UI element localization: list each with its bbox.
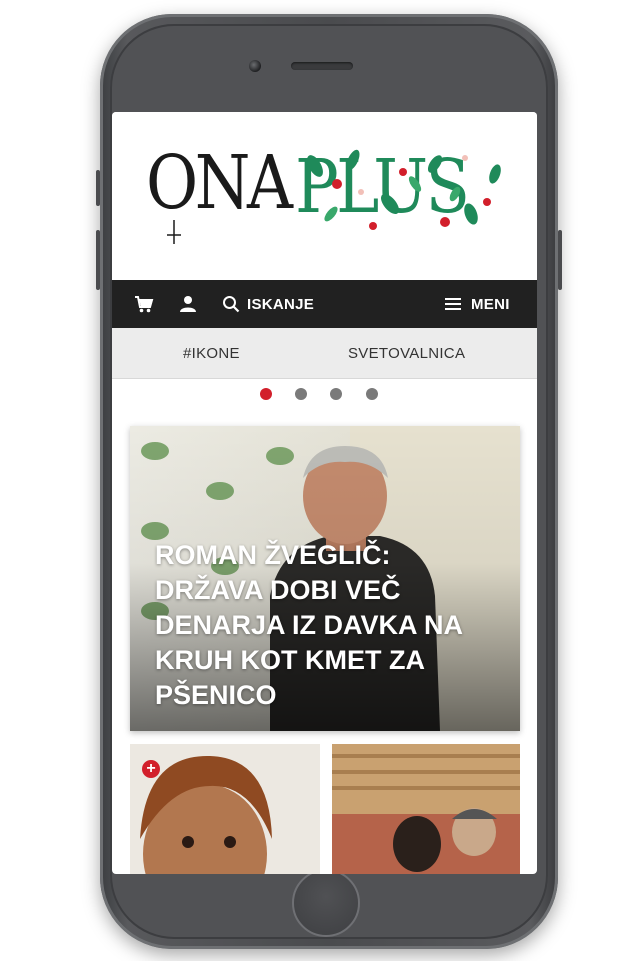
- front-camera: [249, 60, 261, 72]
- logo-text-ona[interactable]: ONA: [146, 146, 293, 220]
- article-thumbnail: [332, 744, 520, 874]
- search-button[interactable]: ISKANJE: [222, 280, 314, 328]
- carousel-dot[interactable]: [366, 388, 378, 400]
- carousel-dot[interactable]: [295, 388, 307, 400]
- category-ikone[interactable]: #IKONE: [183, 328, 240, 378]
- plus-badge: +: [142, 760, 160, 778]
- menu-label: MENI: [471, 295, 510, 313]
- phone-screen: ONA PLUS ISKANJE MENI #IKONE SVETOVALNIC…: [112, 112, 537, 874]
- category-bar: #IKONE SVETOVALNICA: [112, 328, 537, 379]
- venus-symbol-icon: [167, 220, 181, 244]
- article-card[interactable]: [332, 744, 520, 874]
- cart-icon: [135, 296, 154, 313]
- carousel-dot[interactable]: [260, 388, 272, 400]
- volume-button: [96, 170, 100, 206]
- floral-decoration-icon: [307, 149, 501, 230]
- category-svetovalnica[interactable]: SVETOVALNICA: [348, 328, 465, 378]
- carousel-indicators: [112, 384, 537, 404]
- search-label: ISKANJE: [247, 295, 315, 313]
- hamburger-menu-icon: [445, 298, 461, 310]
- carousel-dot[interactable]: [330, 388, 342, 400]
- search-icon: [223, 296, 240, 313]
- user-icon: [180, 296, 196, 312]
- home-button[interactable]: [292, 869, 360, 937]
- power-button: [558, 230, 562, 290]
- site-header: ONA PLUS: [112, 112, 537, 280]
- article-card[interactable]: +: [130, 744, 320, 874]
- account-button[interactable]: [179, 280, 197, 328]
- hero-title[interactable]: ROMAN ŽVEGLIČ: DRŽAVA DOBI VEČ DENARJA I…: [155, 538, 505, 713]
- earpiece-speaker: [291, 62, 353, 70]
- volume-button: [96, 230, 100, 290]
- logo-floral[interactable]: PLUS: [295, 144, 507, 240]
- cart-button[interactable]: [134, 280, 154, 328]
- main-navbar: ISKANJE MENI: [112, 280, 537, 328]
- hero-article[interactable]: ROMAN ŽVEGLIČ: DRŽAVA DOBI VEČ DENARJA I…: [130, 426, 520, 731]
- menu-button[interactable]: MENI: [445, 280, 510, 328]
